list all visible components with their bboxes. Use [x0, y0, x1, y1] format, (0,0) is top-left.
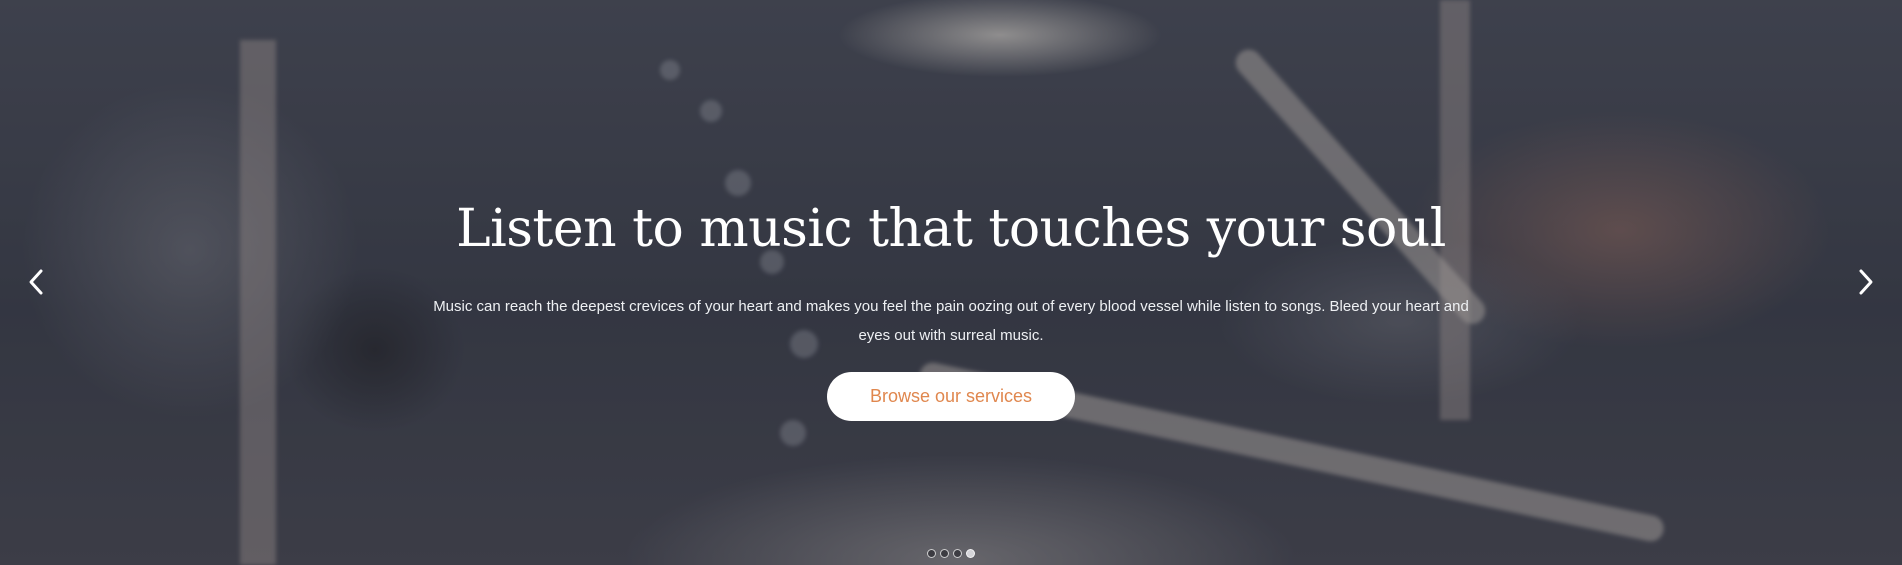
hero-content: Listen to music that touches your soul M…	[0, 196, 1902, 421]
carousel-dot-4[interactable]	[966, 549, 975, 558]
carousel-dot-1[interactable]	[927, 549, 936, 558]
carousel-dot-2[interactable]	[940, 549, 949, 558]
carousel-dot-3[interactable]	[953, 549, 962, 558]
hero-carousel: Listen to music that touches your soul M…	[0, 0, 1902, 565]
carousel-indicators	[0, 549, 1902, 558]
hero-description: Music can reach the deepest crevices of …	[433, 298, 1469, 344]
browse-services-button[interactable]: Browse our services	[827, 372, 1075, 421]
hero-title: Listen to music that touches your soul	[456, 199, 1446, 259]
